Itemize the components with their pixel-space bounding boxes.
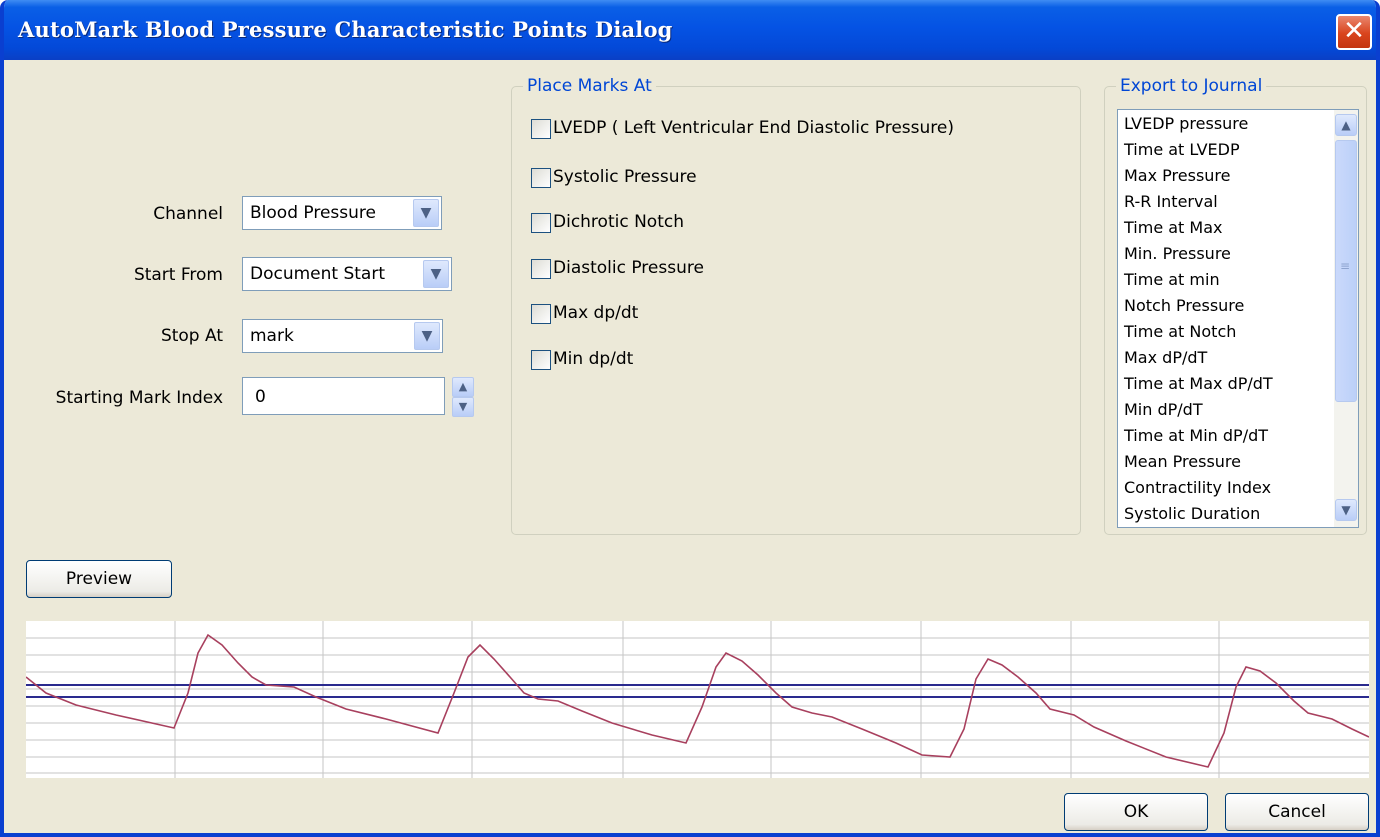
chevron-down-icon[interactable]: ▼: [423, 260, 449, 288]
list-item[interactable]: Max Pressure: [1124, 166, 1230, 185]
list-item[interactable]: Time at Notch: [1124, 322, 1236, 341]
preview-waveform-chart: [25, 621, 1370, 778]
channel-dropdown[interactable]: Blood Pressure ▼: [242, 196, 442, 230]
export-listbox[interactable]: LVEDP pressure Time at LVEDP Max Pressur…: [1117, 109, 1359, 528]
checkbox-box[interactable]: [531, 304, 551, 324]
scroll-thumb[interactable]: ≡: [1335, 140, 1357, 402]
channel-label: Channel: [153, 204, 223, 224]
start-from-dropdown[interactable]: Document Start ▼: [242, 257, 452, 291]
checkbox-label[interactable]: Dichrotic Notch: [553, 212, 684, 232]
close-icon[interactable]: ✕: [1336, 14, 1372, 50]
place-marks-legend: Place Marks At: [523, 76, 656, 96]
start-from-label: Start From: [133, 265, 223, 285]
scroll-up-icon[interactable]: ▲: [1335, 114, 1357, 136]
start-from-value: Document Start: [250, 264, 386, 284]
list-item[interactable]: Mean Pressure: [1124, 452, 1241, 471]
ok-button[interactable]: OK: [1064, 793, 1208, 831]
preview-button[interactable]: Preview: [26, 560, 172, 598]
list-item[interactable]: Notch Pressure: [1124, 296, 1244, 315]
list-item[interactable]: Time at min: [1124, 270, 1220, 289]
scroll-down-icon[interactable]: ▼: [1335, 499, 1357, 521]
list-item[interactable]: Max dP/dT: [1124, 348, 1207, 367]
list-item[interactable]: Time at Max dP/dT: [1124, 374, 1273, 393]
list-item[interactable]: Systolic Duration: [1124, 504, 1260, 523]
checkbox-label[interactable]: Systolic Pressure: [553, 167, 697, 187]
list-item[interactable]: Time at Max: [1124, 218, 1222, 237]
checkbox-box[interactable]: [531, 350, 551, 370]
checkbox-box[interactable]: [531, 259, 551, 279]
checkbox-label[interactable]: Min dp/dt: [553, 349, 633, 369]
list-item[interactable]: Min dP/dT: [1124, 400, 1203, 419]
list-item[interactable]: LVEDP pressure: [1124, 114, 1248, 133]
spin-down-icon[interactable]: ▼: [452, 397, 474, 417]
checkbox-box[interactable]: [531, 119, 551, 139]
list-item[interactable]: Time at Min dP/dT: [1124, 426, 1268, 445]
checkbox-label[interactable]: LVEDP ( Left Ventricular End Diastolic P…: [553, 118, 954, 138]
starting-mark-index-input[interactable]: 0: [242, 377, 445, 415]
stop-at-dropdown[interactable]: mark ▼: [242, 319, 443, 353]
spin-up-icon[interactable]: ▲: [452, 377, 474, 397]
stop-at-value: mark: [250, 326, 294, 346]
title-bar[interactable]: AutoMark Blood Pressure Characteristic P…: [4, 0, 1376, 60]
chevron-down-icon[interactable]: ▼: [414, 322, 440, 350]
list-item[interactable]: Contractility Index: [1124, 478, 1271, 497]
checkbox-label[interactable]: Diastolic Pressure: [553, 258, 704, 278]
checkbox-box[interactable]: [531, 213, 551, 233]
channel-value: Blood Pressure: [250, 203, 376, 223]
chevron-down-icon[interactable]: ▼: [413, 199, 439, 227]
dialog-title: AutoMark Blood Pressure Characteristic P…: [18, 17, 673, 42]
starting-mark-index-value: 0: [255, 387, 266, 407]
waveform-svg: [25, 621, 1370, 778]
checkbox-label[interactable]: Max dp/dt: [553, 303, 638, 323]
starting-mark-index-label: Starting Mark Index: [55, 388, 223, 408]
export-legend: Export to Journal: [1116, 76, 1267, 96]
list-scrollbar[interactable]: ▲ ≡ ▼: [1334, 110, 1358, 527]
checkbox-box[interactable]: [531, 168, 551, 188]
cancel-button[interactable]: Cancel: [1225, 793, 1369, 831]
list-item[interactable]: Min. Pressure: [1124, 244, 1231, 263]
dialog-window: AutoMark Blood Pressure Characteristic P…: [0, 0, 1380, 837]
stop-at-label: Stop At: [160, 326, 223, 346]
list-item[interactable]: Time at LVEDP: [1124, 140, 1240, 159]
list-item[interactable]: R-R Interval: [1124, 192, 1218, 211]
